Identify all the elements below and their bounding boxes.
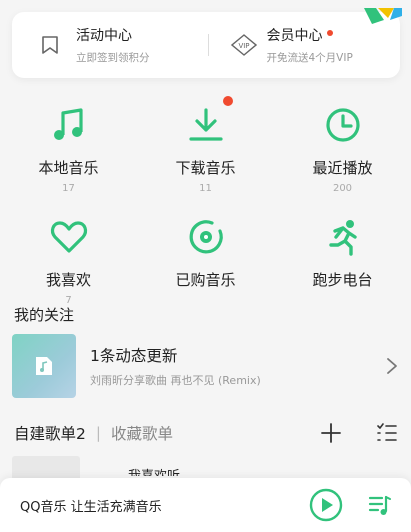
downloaded-music-button[interactable]: 下载音乐 11 — [137, 96, 274, 208]
purchased-music-label: 已购音乐 — [175, 271, 236, 289]
downloaded-music-label: 下载音乐 — [175, 159, 236, 177]
local-music-count: 17 — [62, 183, 75, 194]
tab-separator: | — [95, 424, 101, 442]
plus-icon — [321, 423, 341, 443]
queue-icon — [368, 495, 391, 515]
local-music-button[interactable]: 本地音乐 17 — [0, 96, 137, 208]
list-manage-icon — [377, 423, 397, 441]
heart-icon — [48, 216, 90, 258]
manage-playlists-button[interactable] — [374, 420, 400, 446]
running-radio-label: 跑步电台 — [312, 271, 373, 289]
tab-collected-playlists[interactable]: 收藏歌单 — [111, 422, 173, 444]
member-center-subtitle: 开免流送4个月VIP — [266, 52, 353, 64]
recent-played-label: 最近播放 — [312, 159, 373, 177]
tab-created-playlists[interactable]: 自建歌单2 — [14, 422, 86, 444]
my-follows-title: 我的关注 — [14, 306, 75, 324]
playlist-title-peek: 我喜欢听 — [128, 466, 238, 476]
bookmark-icon — [38, 33, 62, 57]
play-button[interactable] — [309, 488, 343, 522]
follow-thumbnail — [12, 334, 76, 398]
follow-update-subtitle: 刘雨昕分享歌曲 再也不见 (Remix) — [90, 374, 261, 387]
purchased-music-button[interactable]: 已购音乐 — [137, 208, 274, 320]
top-card: 活动中心 立即签到领积分 VIP 会员中心 开免流送4个月VIP — [12, 8, 402, 78]
running-icon — [322, 216, 364, 258]
member-center-title: 会员中心 — [266, 28, 323, 44]
disc-icon — [185, 216, 227, 258]
svg-text:VIP: VIP — [238, 42, 249, 50]
mini-player[interactable]: QQ音乐 让生活充满音乐 — [0, 478, 411, 532]
activity-center-subtitle: 立即签到领积分 — [76, 52, 150, 64]
playlist-tabs: 自建歌单2 | 收藏歌单 — [14, 420, 400, 446]
recent-played-count: 200 — [332, 183, 353, 194]
add-playlist-button[interactable] — [318, 420, 344, 446]
player-slogan: QQ音乐 让生活充满音乐 — [20, 499, 162, 515]
music-file-icon — [36, 357, 52, 375]
notification-dot — [326, 30, 333, 36]
clock-icon — [322, 104, 364, 146]
recent-played-button[interactable]: 最近播放 200 — [274, 96, 411, 208]
follow-update-row[interactable]: 1条动态更新 刘雨昕分享歌曲 再也不见 (Remix) — [12, 334, 402, 398]
downloaded-music-count: 11 — [199, 183, 212, 194]
quick-access-grid: 本地音乐 17 下载音乐 11 最近播放 200 我喜欢 7 已购音乐 跑步电台 — [0, 96, 411, 320]
playlist-queue-button[interactable] — [367, 492, 393, 518]
chevron-right-icon — [382, 356, 402, 376]
download-badge-dot — [223, 96, 233, 106]
follow-update-title: 1条动态更新 — [90, 347, 178, 365]
vip-icon: VIP — [230, 33, 257, 57]
running-radio-button[interactable]: 跑步电台 — [274, 208, 411, 320]
music-note-icon — [48, 104, 90, 146]
play-icon — [309, 488, 343, 522]
activity-center-button[interactable]: 活动中心 立即签到领积分 — [12, 12, 208, 78]
local-music-label: 本地音乐 — [38, 159, 99, 177]
corner-badge-icon — [364, 8, 402, 24]
download-icon — [185, 104, 227, 146]
activity-center-title: 活动中心 — [76, 28, 132, 44]
favorites-label: 我喜欢 — [45, 271, 91, 289]
